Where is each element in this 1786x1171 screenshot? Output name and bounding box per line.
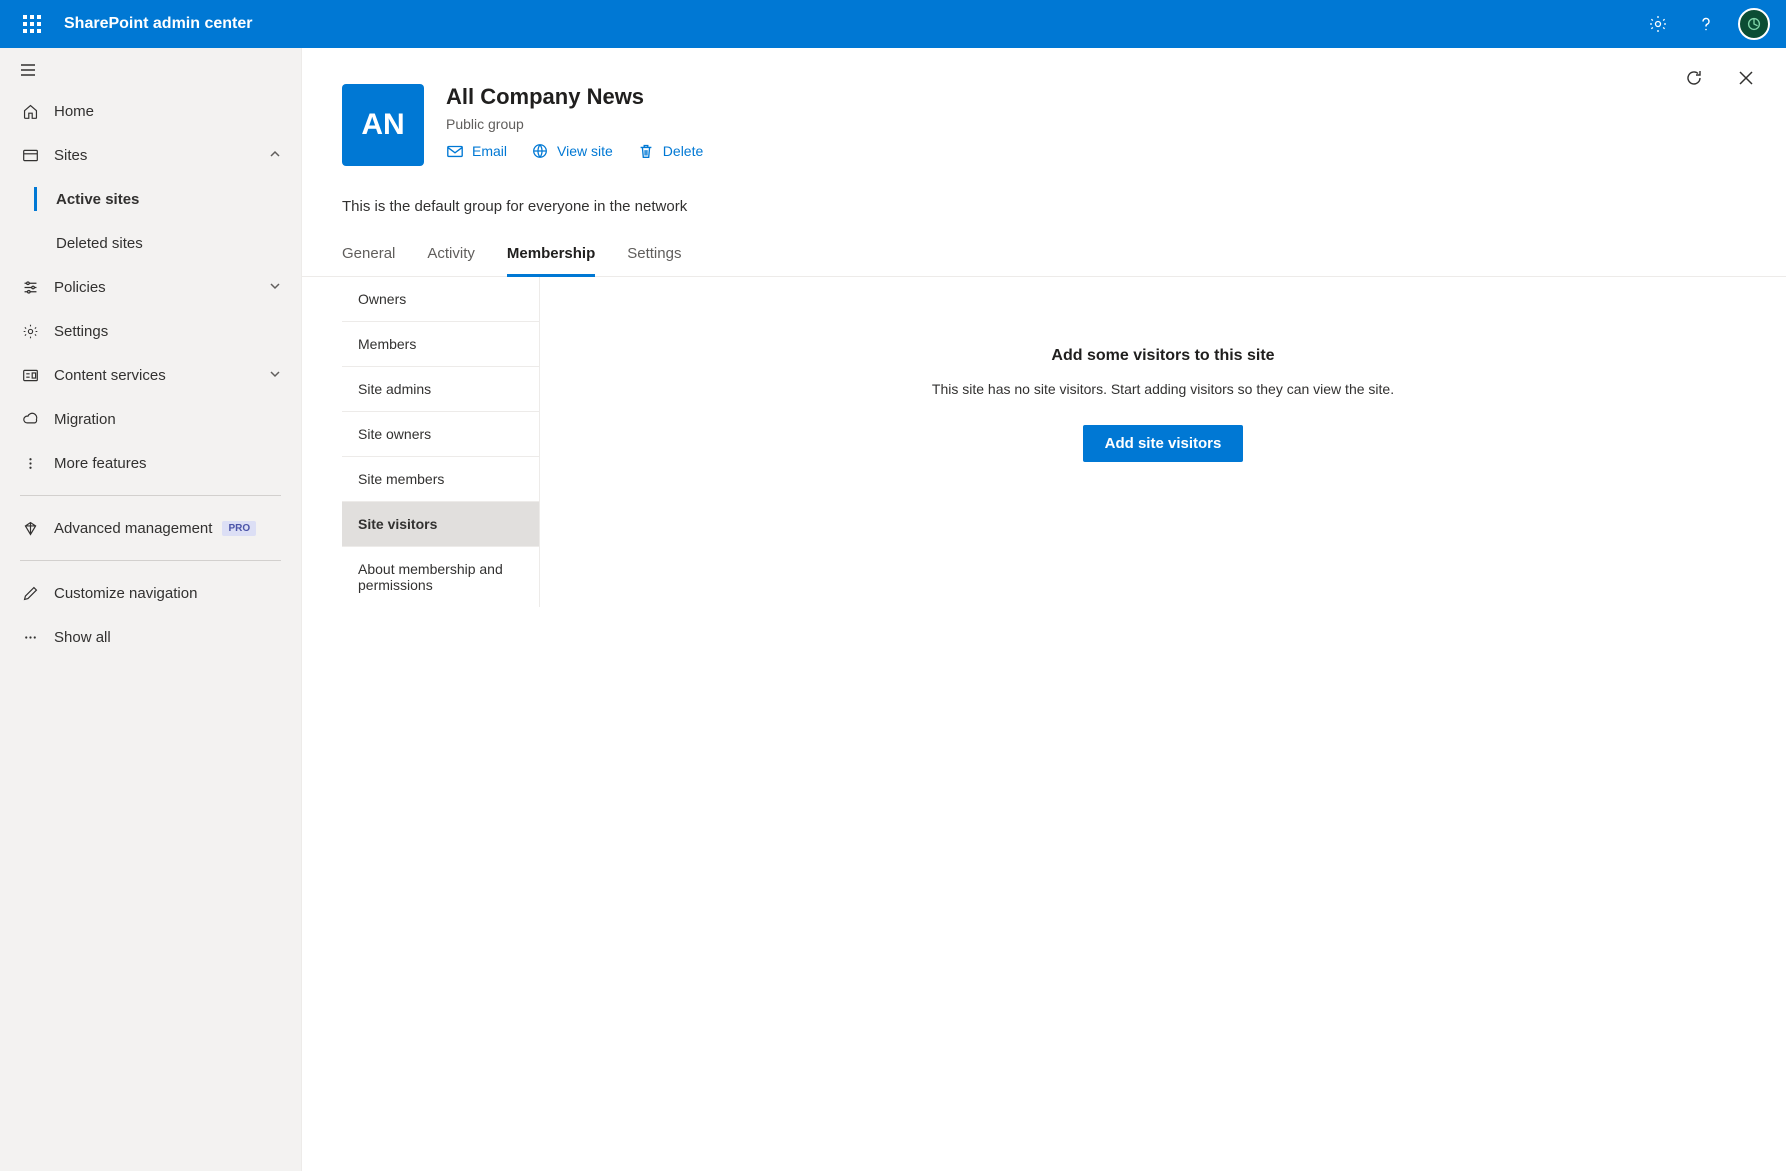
membership-item-owners[interactable]: Owners bbox=[342, 277, 539, 322]
tab-activity[interactable]: Activity bbox=[427, 239, 475, 276]
divider bbox=[20, 560, 281, 561]
membership-category-list: Owners Members Site admins Site owners S… bbox=[342, 277, 540, 607]
tab-general[interactable]: General bbox=[342, 239, 395, 276]
sidebar-item-deleted-sites[interactable]: Deleted sites bbox=[0, 221, 301, 265]
sidebar-label: More features bbox=[54, 455, 147, 472]
home-icon bbox=[20, 103, 40, 120]
membership-item-site-admins[interactable]: Site admins bbox=[342, 367, 539, 412]
action-label: View site bbox=[557, 143, 613, 159]
settings-button[interactable] bbox=[1634, 0, 1682, 48]
mail-icon bbox=[446, 142, 464, 160]
site-subtitle: Public group bbox=[446, 116, 703, 132]
sidebar-item-sites[interactable]: Sites bbox=[0, 133, 301, 177]
delete-action[interactable]: Delete bbox=[637, 142, 703, 160]
sidebar: Home Sites Active sites Deleted sites Po… bbox=[0, 48, 302, 1171]
sidebar-item-settings[interactable]: Settings bbox=[0, 309, 301, 353]
sidebar-label: Migration bbox=[54, 411, 116, 428]
add-site-visitors-button[interactable]: Add site visitors bbox=[1083, 425, 1244, 462]
sidebar-label: Settings bbox=[54, 323, 108, 340]
pencil-icon bbox=[20, 585, 40, 602]
avatar bbox=[1738, 8, 1770, 40]
sidebar-item-migration[interactable]: Migration bbox=[0, 397, 301, 441]
help-icon bbox=[1696, 14, 1716, 34]
divider bbox=[20, 495, 281, 496]
site-description: This is the default group for everyone i… bbox=[302, 166, 1786, 215]
sidebar-item-active-sites[interactable]: Active sites bbox=[0, 177, 301, 221]
window-icon bbox=[20, 147, 40, 164]
sidebar-item-policies[interactable]: Policies bbox=[0, 265, 301, 309]
refresh-icon bbox=[1684, 68, 1704, 88]
app-launcher-button[interactable] bbox=[8, 0, 56, 48]
tab-settings[interactable]: Settings bbox=[627, 239, 681, 276]
site-tile: AN bbox=[342, 84, 424, 166]
chevron-up-icon bbox=[269, 147, 281, 164]
chevron-down-icon bbox=[269, 279, 281, 296]
membership-detail: Add some visitors to this site This site… bbox=[540, 277, 1786, 607]
membership-item-about[interactable]: About membership and permissions bbox=[342, 547, 539, 607]
close-button[interactable] bbox=[1734, 66, 1758, 90]
trash-icon bbox=[637, 142, 655, 160]
help-button[interactable] bbox=[1682, 0, 1730, 48]
diamond-icon bbox=[20, 520, 40, 537]
sidebar-item-advanced-management[interactable]: Advanced management PRO bbox=[0, 506, 301, 550]
account-button[interactable] bbox=[1730, 0, 1778, 48]
site-initials: AN bbox=[361, 108, 404, 142]
cloud-icon bbox=[20, 411, 40, 428]
sidebar-label: Advanced management bbox=[54, 520, 212, 537]
globe-icon bbox=[531, 142, 549, 160]
waffle-icon bbox=[23, 15, 41, 33]
chevron-down-icon bbox=[269, 367, 281, 384]
detail-panel: AN All Company News Public group Email bbox=[302, 48, 1786, 1171]
empty-state-heading: Add some visitors to this site bbox=[1051, 347, 1274, 365]
topbar: SharePoint admin center bbox=[0, 0, 1786, 48]
membership-item-site-members[interactable]: Site members bbox=[342, 457, 539, 502]
sidebar-label: Active sites bbox=[56, 191, 139, 208]
collapse-nav-button[interactable] bbox=[0, 52, 301, 89]
sidebar-item-more-features[interactable]: More features bbox=[0, 441, 301, 485]
gear-icon bbox=[20, 323, 40, 340]
gear-icon bbox=[1648, 14, 1668, 34]
sliders-icon bbox=[20, 279, 40, 296]
sidebar-label: Sites bbox=[54, 147, 87, 164]
sidebar-item-home[interactable]: Home bbox=[0, 89, 301, 133]
membership-item-site-owners[interactable]: Site owners bbox=[342, 412, 539, 457]
sidebar-label: Home bbox=[54, 103, 94, 120]
view-site-action[interactable]: View site bbox=[531, 142, 613, 160]
empty-state-sub: This site has no site visitors. Start ad… bbox=[932, 381, 1394, 397]
membership-item-members[interactable]: Members bbox=[342, 322, 539, 367]
sidebar-label: Policies bbox=[54, 279, 106, 296]
sidebar-label: Deleted sites bbox=[56, 235, 143, 252]
sidebar-label: Customize navigation bbox=[54, 585, 197, 602]
close-icon bbox=[1737, 69, 1755, 87]
pro-badge: PRO bbox=[222, 521, 256, 536]
ellipsis-icon bbox=[20, 629, 40, 646]
action-label: Delete bbox=[663, 143, 703, 159]
action-label: Email bbox=[472, 143, 507, 159]
sidebar-item-customize-navigation[interactable]: Customize navigation bbox=[0, 571, 301, 615]
more-icon bbox=[20, 455, 40, 472]
tab-membership[interactable]: Membership bbox=[507, 239, 595, 277]
sidebar-label: Show all bbox=[54, 629, 111, 646]
tab-bar: General Activity Membership Settings bbox=[302, 215, 1786, 277]
site-title: All Company News bbox=[446, 84, 703, 110]
refresh-button[interactable] bbox=[1682, 66, 1706, 90]
app-title: SharePoint admin center bbox=[64, 15, 253, 33]
sidebar-label: Content services bbox=[54, 367, 166, 384]
membership-item-site-visitors[interactable]: Site visitors bbox=[342, 502, 539, 547]
sidebar-item-content-services[interactable]: Content services bbox=[0, 353, 301, 397]
sidebar-item-show-all[interactable]: Show all bbox=[0, 615, 301, 659]
email-action[interactable]: Email bbox=[446, 142, 507, 160]
content-icon bbox=[20, 367, 40, 384]
